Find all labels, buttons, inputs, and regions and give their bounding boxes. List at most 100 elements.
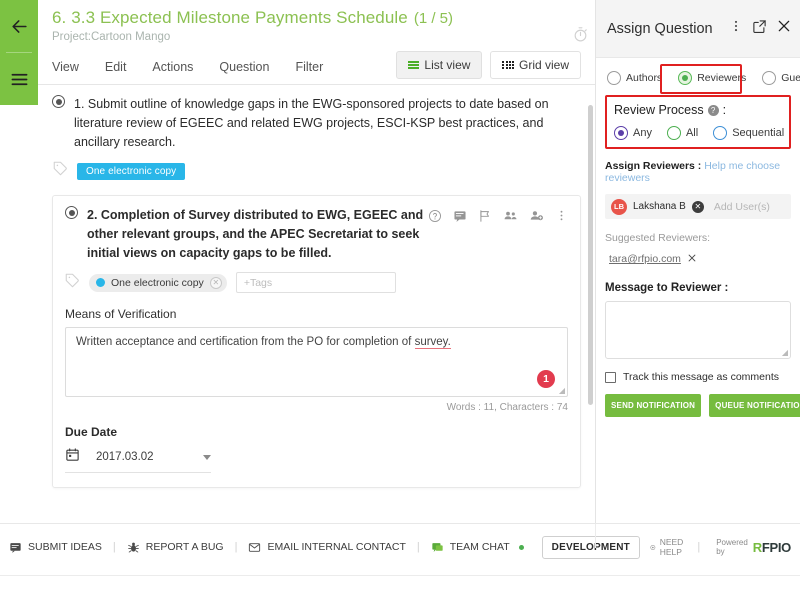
chat-window-icon: [431, 541, 444, 554]
comment-count-badge[interactable]: 1: [537, 370, 555, 388]
chevron-down-icon[interactable]: [203, 455, 211, 460]
remove-suggested-icon[interactable]: [687, 250, 697, 268]
rfpio-logo: RFPIO: [753, 540, 791, 555]
menu-row: View Edit Actions Question Filter List v…: [38, 43, 595, 85]
page-counter: (1 / 5): [414, 10, 453, 27]
means-of-verification-textarea[interactable]: Written acceptance and certification fro…: [65, 327, 568, 397]
menu-item-edit[interactable]: Edit: [105, 56, 127, 78]
comment-icon[interactable]: [453, 209, 467, 228]
add-person-icon[interactable]: [529, 208, 544, 228]
radio-reviewers[interactable]: Reviewers: [678, 71, 746, 85]
due-date-value: 2017.03.02: [96, 451, 154, 463]
notification-buttons: SEND NOTIFICATION QUEUE NOTIFICATION: [605, 394, 791, 417]
hamburger-menu-button[interactable]: [0, 53, 38, 105]
team-chat-link[interactable]: TEAM CHAT: [431, 541, 524, 554]
menu-item-view[interactable]: View: [52, 56, 79, 78]
panel-body: Authors Reviewers Guest Review Process ?…: [596, 58, 800, 417]
panel-header-actions: [729, 18, 792, 39]
close-icon[interactable]: [776, 18, 792, 39]
page-title: 6. 3.3 Expected Milestone Payments Sched…: [52, 8, 408, 28]
back-button[interactable]: [0, 0, 38, 52]
more-vertical-icon[interactable]: [729, 19, 743, 38]
submit-ideas-label: SUBMIT IDEAS: [28, 541, 102, 553]
flag-icon[interactable]: [478, 209, 492, 228]
means-of-verification-text: Written acceptance and certification fro…: [76, 336, 557, 348]
question-2-radio[interactable]: [65, 206, 78, 219]
mov-text-plain: Written acceptance and certification fro…: [76, 336, 415, 348]
radio-all[interactable]: All: [667, 126, 698, 140]
mov-text-misspelled: survey.: [415, 336, 451, 349]
open-external-icon[interactable]: [752, 19, 767, 39]
envelope-icon: [248, 541, 261, 554]
more-vertical-icon[interactable]: [555, 209, 568, 227]
remove-tag-icon[interactable]: ✕: [210, 277, 222, 289]
question-1-tag[interactable]: One electronic copy: [77, 163, 185, 180]
question-1-radio[interactable]: [52, 95, 65, 108]
help-gear-icon: [650, 543, 656, 552]
suggested-reviewer-email[interactable]: tara@rfpio.com: [609, 253, 681, 265]
assign-reviewers-input[interactable]: LB Lakshana B ✕ Add User(s): [605, 194, 791, 219]
question-circle-icon[interactable]: [428, 209, 442, 228]
grid-view-button[interactable]: Grid view: [490, 51, 581, 79]
means-of-verification-label: Means of Verification: [65, 307, 568, 321]
radio-sequential[interactable]: Sequential: [713, 126, 784, 140]
radio-authors[interactable]: Authors: [607, 71, 662, 85]
team-chat-status-dot: [519, 545, 524, 550]
question-2-tag-chip[interactable]: One electronic copy ✕: [89, 274, 227, 292]
assign-question-panel: Assign Question Authors Reviewers: [595, 0, 800, 523]
track-message-label: Track this message as comments: [623, 371, 779, 383]
queue-notification-button[interactable]: QUEUE NOTIFICATION: [709, 394, 800, 417]
environment-badge: DEVELOPMENT: [542, 536, 640, 559]
grid-dots-icon: [502, 61, 514, 69]
add-users-placeholder[interactable]: Add User(s): [714, 201, 770, 213]
grid-view-label: Grid view: [519, 58, 569, 72]
review-process-title: Review Process ? :: [614, 103, 782, 117]
radio-reviewers-circle: [678, 71, 692, 85]
due-date-field[interactable]: 2017.03.02: [65, 447, 211, 473]
email-internal-contact-link[interactable]: EMAIL INTERNAL CONTACT: [248, 541, 405, 554]
need-help-link[interactable]: NEED HELP: [650, 537, 690, 557]
tags-input[interactable]: +Tags: [236, 272, 396, 293]
resize-grip-icon[interactable]: ◢: [782, 348, 788, 357]
radio-sequential-label: Sequential: [732, 127, 784, 139]
powered-by-label: Powered by: [716, 538, 748, 556]
due-date-label: Due Date: [65, 425, 568, 439]
menu-item-filter[interactable]: Filter: [295, 56, 323, 78]
rfpio-logo-r: R: [753, 540, 762, 555]
radio-guest[interactable]: Guest: [762, 71, 800, 85]
question-2-tag-label: One electronic copy: [111, 277, 204, 289]
radio-all-circle: [667, 126, 681, 140]
email-internal-contact-label: EMAIL INTERNAL CONTACT: [267, 541, 405, 553]
send-notification-button[interactable]: SEND NOTIFICATION: [605, 394, 701, 417]
assign-reviewers-line: Assign Reviewers : Help me choose review…: [605, 160, 791, 184]
rfpio-logo-rest: FPIO: [762, 540, 791, 555]
message-to-reviewer-textarea[interactable]: ◢: [605, 301, 791, 359]
submit-ideas-link[interactable]: SUBMIT IDEAS: [9, 541, 102, 554]
main-scrollbar[interactable]: [588, 105, 593, 405]
suggested-reviewer-row: tara@rfpio.com: [605, 250, 791, 268]
radio-authors-label: Authors: [626, 72, 662, 84]
list-view-button[interactable]: List view: [396, 51, 482, 79]
question-item-1[interactable]: 1. Submit outline of knowledge gaps in t…: [52, 85, 581, 187]
help-circle-icon[interactable]: ?: [708, 105, 719, 116]
footer-separator: |: [417, 541, 420, 553]
arrow-left-icon: [10, 17, 29, 36]
message-to-reviewer-label: Message to Reviewer :: [605, 282, 791, 294]
report-bug-link[interactable]: REPORT A BUG: [127, 541, 224, 554]
menu-item-actions[interactable]: Actions: [152, 56, 193, 78]
footer-vertical-divider: [595, 524, 596, 548]
menu-item-question[interactable]: Question: [219, 56, 269, 78]
assignee-type-radio-group: Authors Reviewers Guest: [605, 68, 791, 93]
stopwatch-icon[interactable]: [572, 26, 589, 48]
tag-icon: [53, 161, 68, 181]
group-people-icon[interactable]: [503, 208, 518, 228]
radio-any[interactable]: Any: [614, 126, 652, 140]
review-process-radio-group: Any All Sequential: [614, 126, 782, 140]
resize-grip-icon[interactable]: ◢: [559, 386, 565, 395]
radio-all-label: All: [686, 127, 698, 139]
remove-user-icon[interactable]: ✕: [692, 201, 704, 213]
track-message-checkbox[interactable]: [605, 372, 616, 383]
track-message-row[interactable]: Track this message as comments: [605, 371, 791, 383]
question-item-2-card: 2. Completion of Survey distributed to E…: [52, 195, 581, 488]
calendar-icon: [65, 447, 80, 467]
